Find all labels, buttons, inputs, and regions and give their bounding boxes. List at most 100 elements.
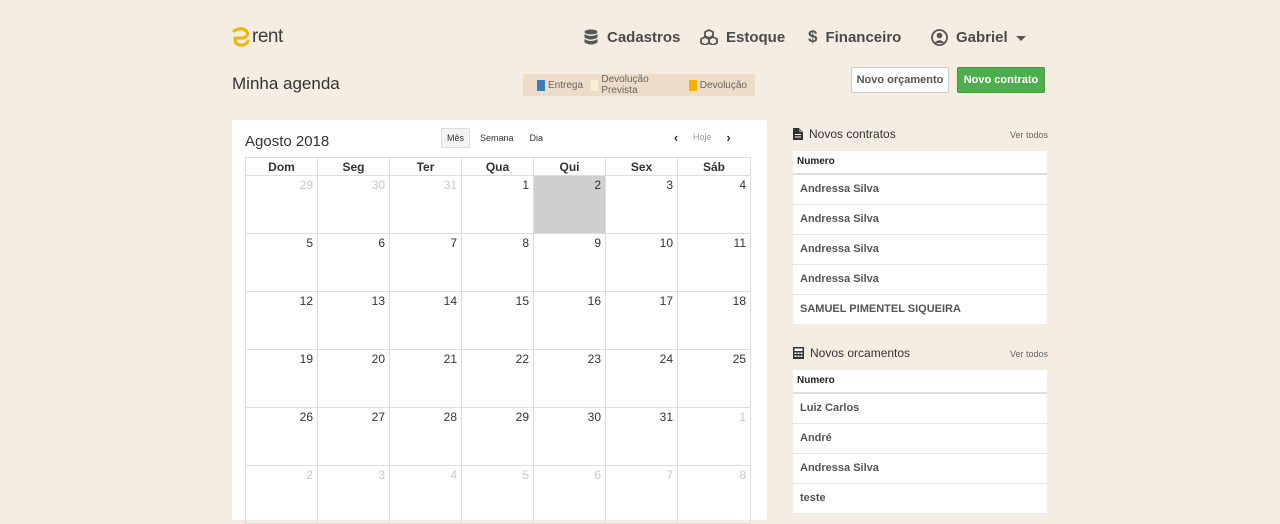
orcamentos-column-header: Numero: [793, 370, 1047, 394]
chevron-right-icon[interactable]: ›: [719, 128, 739, 146]
calendar-day[interactable]: 3: [317, 465, 390, 524]
calendar-day[interactable]: 1: [461, 175, 534, 234]
novo-contrato-button[interactable]: Novo contrato: [957, 67, 1045, 93]
user-menu[interactable]: Gabriel: [931, 26, 1026, 48]
calendar-day[interactable]: 18: [677, 291, 751, 350]
calendar-day[interactable]: 26: [245, 407, 318, 466]
view-week-button[interactable]: Semana: [474, 128, 520, 148]
weekday-label: Sex: [605, 157, 678, 176]
calendar-day[interactable]: 17: [605, 291, 678, 350]
legend-swatch: [688, 79, 697, 91]
nav-financeiro-label: Financeiro: [825, 28, 902, 46]
calendar-day[interactable]: 8: [677, 465, 751, 524]
calendar-day[interactable]: 4: [677, 175, 751, 234]
calendar-day[interactable]: 6: [533, 465, 606, 524]
legend-devolucao: Devolução: [688, 79, 747, 91]
calendar-week: 2 3 4 5 6 7 8: [245, 465, 751, 524]
legend-devolucao-prevista: Devolução Prevista: [591, 74, 681, 96]
list-item[interactable]: Andressa Silva: [793, 175, 1047, 205]
calendar-day[interactable]: 28: [389, 407, 462, 466]
calendar-title: Agosto 2018: [245, 133, 330, 150]
list-item[interactable]: Andressa Silva: [793, 265, 1047, 295]
orcamentos-list: Numero Luiz Carlos André Andressa Silva …: [793, 370, 1047, 514]
calendar-day[interactable]: 5: [245, 233, 318, 292]
legend-swatch: [591, 79, 599, 91]
chevron-down-icon: [1015, 35, 1026, 41]
calendar-day[interactable]: 29: [461, 407, 534, 466]
calendar-navigation: ‹ Hoje ›: [666, 128, 739, 146]
list-item[interactable]: teste: [793, 484, 1047, 514]
list-item[interactable]: Luiz Carlos: [793, 394, 1047, 424]
calendar-week: 5 6 7 8 9 10 11: [245, 233, 751, 292]
contratos-list: Numero Andressa Silva Andressa Silva And…: [793, 151, 1047, 324]
user-circle-icon: [931, 28, 948, 46]
contratos-title: Novos contratos: [809, 127, 896, 141]
calendar-week: 19 20 21 22 23 24 25: [245, 349, 751, 408]
cubes-icon: [700, 29, 718, 45]
nav-cadastros-label: Cadastros: [607, 28, 681, 46]
user-name: Gabriel: [956, 28, 1008, 46]
calendar-legend: Entrega Devolução Prevista Devolução: [523, 74, 755, 96]
calendar-day[interactable]: 8: [461, 233, 534, 292]
logo-text: rent: [252, 26, 283, 47]
list-item[interactable]: Andressa Silva: [793, 205, 1047, 235]
nav-estoque[interactable]: Estoque: [700, 26, 785, 48]
legend-label: Devolução: [699, 79, 747, 91]
calendar-day[interactable]: 1: [677, 407, 751, 466]
calendar-day[interactable]: 13: [317, 291, 390, 350]
calendar-day[interactable]: 19: [245, 349, 318, 408]
weekday-label: Ter: [389, 157, 462, 176]
list-item[interactable]: SAMUEL PIMENTEL SIQUEIRA: [793, 295, 1047, 324]
calendar-day[interactable]: 9: [533, 233, 606, 292]
calendar-day[interactable]: 7: [389, 233, 462, 292]
calendar-day[interactable]: 2: [245, 465, 318, 524]
calendar-day-today[interactable]: 2: [533, 175, 606, 234]
weekday-label: Seg: [317, 157, 390, 176]
calendar-day[interactable]: 20: [317, 349, 390, 408]
calendar-day[interactable]: 5: [461, 465, 534, 524]
view-month-button[interactable]: Mês: [441, 128, 471, 148]
calendar-day[interactable]: 29: [245, 175, 318, 234]
list-item[interactable]: André: [793, 424, 1047, 454]
contratos-ver-todos-link[interactable]: Ver todos: [1010, 130, 1048, 140]
calendar-grid: Dom Seg Ter Qua Qui Sex Sáb 29 30 31 1 2…: [245, 157, 751, 524]
app-logo[interactable]: rent: [231, 26, 283, 48]
view-day-button[interactable]: Dia: [524, 128, 550, 148]
calendar-day[interactable]: 30: [317, 175, 390, 234]
calendar-day[interactable]: 10: [605, 233, 678, 292]
calendar-day[interactable]: 23: [533, 349, 606, 408]
calendar-day[interactable]: 21: [389, 349, 462, 408]
calendar-day[interactable]: 3: [605, 175, 678, 234]
calendar-day[interactable]: 11: [677, 233, 751, 292]
calendar-day[interactable]: 27: [317, 407, 390, 466]
calendar-day[interactable]: 4: [389, 465, 462, 524]
legend-entrega: Entrega: [537, 79, 583, 91]
chevron-left-icon[interactable]: ‹: [666, 128, 686, 146]
orcamentos-ver-todos-link[interactable]: Ver todos: [1010, 349, 1048, 359]
calendar-day[interactable]: 12: [245, 291, 318, 350]
calendar-day[interactable]: 22: [461, 349, 534, 408]
weekday-label: Qua: [461, 157, 534, 176]
today-button[interactable]: Hoje: [686, 132, 719, 142]
nav-cadastros[interactable]: Cadastros: [583, 26, 680, 48]
database-icon: [583, 29, 599, 46]
calendar-day[interactable]: 25: [677, 349, 751, 408]
calendar-day[interactable]: 16: [533, 291, 606, 350]
calendar-week: 12 13 14 15 16 17 18: [245, 291, 751, 350]
calendar-day[interactable]: 31: [389, 175, 462, 234]
list-item[interactable]: Andressa Silva: [793, 235, 1047, 265]
calendar-day[interactable]: 14: [389, 291, 462, 350]
calendar-day[interactable]: 24: [605, 349, 678, 408]
weekday-header: Dom Seg Ter Qua Qui Sex Sáb: [245, 157, 751, 176]
calendar-day[interactable]: 7: [605, 465, 678, 524]
orcamentos-title: Novos orcamentos: [810, 346, 911, 360]
weekday-label: Dom: [245, 157, 318, 176]
list-item[interactable]: Andressa Silva: [793, 454, 1047, 484]
calendar-day[interactable]: 6: [317, 233, 390, 292]
nav-financeiro[interactable]: $ Financeiro: [808, 26, 901, 48]
novo-orcamento-button[interactable]: Novo orçamento: [851, 67, 949, 93]
calendar-day[interactable]: 30: [533, 407, 606, 466]
legend-swatch: [537, 79, 545, 91]
calendar-day[interactable]: 15: [461, 291, 534, 350]
calendar-day[interactable]: 31: [605, 407, 678, 466]
